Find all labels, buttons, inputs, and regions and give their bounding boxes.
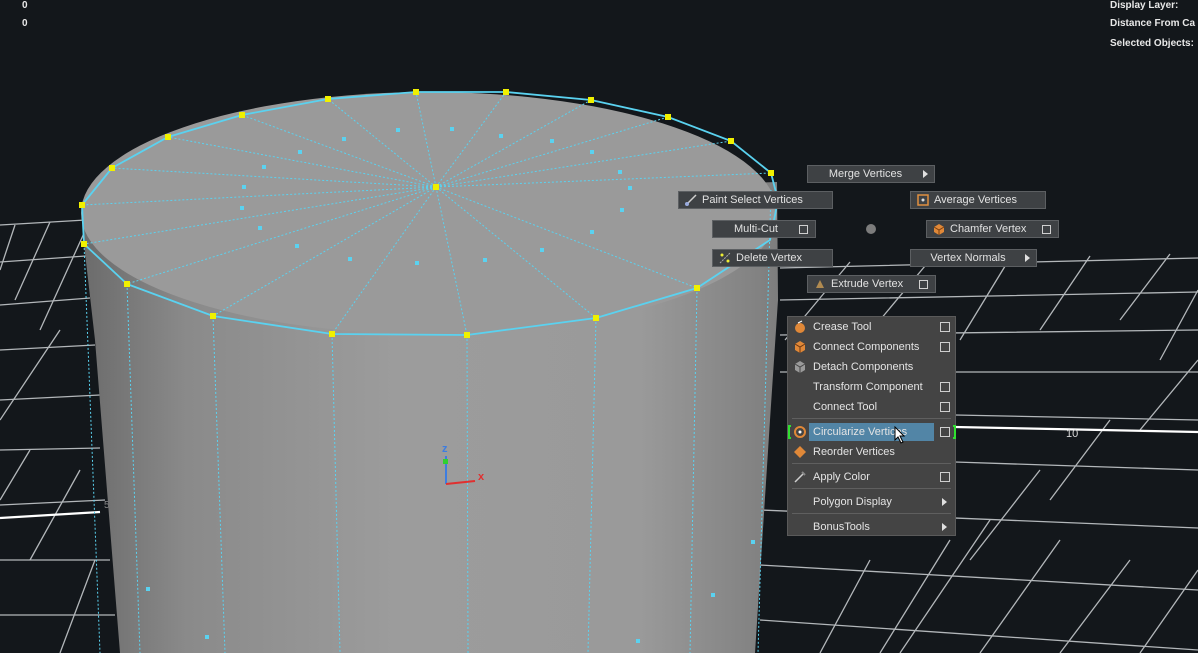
viewport[interactable]: 10 5 z x [0,0,1198,653]
hud-selected-objects: Selected Objects: [1110,38,1194,49]
chamfer-vertex-option-box[interactable] [1042,224,1051,234]
menu-separator [792,513,951,514]
average-vertices-button[interactable]: Average Vertices [910,191,1046,209]
delete-vertex-icon [719,252,731,264]
grid-label-10: 10 [1066,428,1078,440]
menu-item-label: Detach Components [813,361,914,373]
merge-vertices-button[interactable]: Merge Vertices [807,165,935,183]
multi-cut-button[interactable]: Multi-Cut [712,220,816,238]
extrude-vertex-button[interactable]: Extrude Vertex [807,275,936,293]
menu-item-label: Connect Tool [813,401,878,413]
extrude-vertex-icon [816,280,824,288]
menu-item-detach-components[interactable]: Detach Components [788,357,955,377]
average-vertices-icon [917,194,929,206]
menu-item-label: Transform Component [813,381,923,393]
circularize-vertices-option-box[interactable] [940,427,950,437]
hud-distance-from-camera: Distance From Ca [1110,18,1196,29]
menu-item-label: Crease Tool [813,321,872,333]
vertex-normals-button[interactable]: Vertex Normals [910,249,1037,267]
transform-component-option-box[interactable] [940,382,950,392]
menu-item-label: Polygon Display [813,496,892,508]
menu-separator [792,418,951,419]
menu-item-apply-color[interactable]: Apply Color [788,467,955,487]
menu-item-polygon-display[interactable]: Polygon Display [788,492,955,512]
menu-item-crease-tool[interactable]: Crease Tool [788,317,955,337]
crease-tool-option-box[interactable] [940,322,950,332]
menu-item-label: Connect Components [813,341,920,353]
paint-select-vertices-label: Paint Select Vertices [702,194,803,206]
menu-item-bonustools[interactable]: BonusTools [788,517,955,537]
detach-icon [794,361,806,373]
hud-display-layer: Display Layer: [1110,0,1179,11]
extrude-vertex-option-box[interactable] [919,279,928,289]
menu-item-label: Circularize Vertices [813,426,908,438]
menu-separator [792,488,951,489]
paint-brush-icon [685,194,697,206]
crease-icon [795,320,805,333]
hud-value-1: 0 [22,0,28,11]
submenu-arrow-icon [1025,254,1030,262]
menu-item-reorder-vertices[interactable]: Reorder Vertices [788,442,955,462]
menu-item-label: Apply Color [813,471,870,483]
delete-vertex-button[interactable]: Delete Vertex [712,249,833,267]
delete-vertex-label: Delete Vertex [736,252,803,264]
multi-cut-option-box[interactable] [799,224,808,234]
connect-icon [794,341,806,353]
paint-select-vertices-button[interactable]: Paint Select Vertices [678,191,833,209]
vertex-normals-label: Vertex Normals [930,252,1006,264]
reorder-icon [794,446,806,458]
hud-value-2: 0 [22,18,28,29]
apply-color-icon [794,471,806,483]
average-vertices-label: Average Vertices [934,194,1017,206]
highlight-bracket-left [788,425,791,439]
chamfer-vertex-button[interactable]: Chamfer Vertex [926,220,1059,238]
apply-color-option-box[interactable] [940,472,950,482]
axis-z-label: z [442,443,448,455]
marking-menu-center [866,224,876,234]
menu-item-label: Reorder Vertices [813,446,895,458]
context-menu: Crease Tool Connect Components Detach Co… [787,316,956,536]
cylinder-mesh[interactable] [79,89,779,653]
menu-item-transform-component[interactable]: Transform Component [788,377,955,397]
menu-separator [792,463,951,464]
menu-item-connect-tool[interactable]: Connect Tool [788,397,955,417]
menu-item-connect-components[interactable]: Connect Components [788,337,955,357]
chamfer-vertex-label: Chamfer Vertex [950,223,1027,235]
extrude-vertex-label: Extrude Vertex [831,278,904,290]
circularize-icon [794,426,806,438]
axis-x-label: x [478,471,485,483]
submenu-arrow-icon [942,523,947,531]
submenu-arrow-icon [942,498,947,506]
chamfer-vertex-icon [933,224,945,235]
highlight-bracket-right [953,425,956,439]
menu-item-label: BonusTools [813,521,870,533]
submenu-arrow-icon [923,170,928,178]
menu-item-circularize-vertices[interactable]: Circularize Vertices [788,422,956,444]
connect-components-option-box[interactable] [940,342,950,352]
multi-cut-label: Multi-Cut [733,223,778,235]
connect-tool-option-box[interactable] [940,402,950,412]
merge-vertices-label: Merge Vertices [828,168,903,180]
